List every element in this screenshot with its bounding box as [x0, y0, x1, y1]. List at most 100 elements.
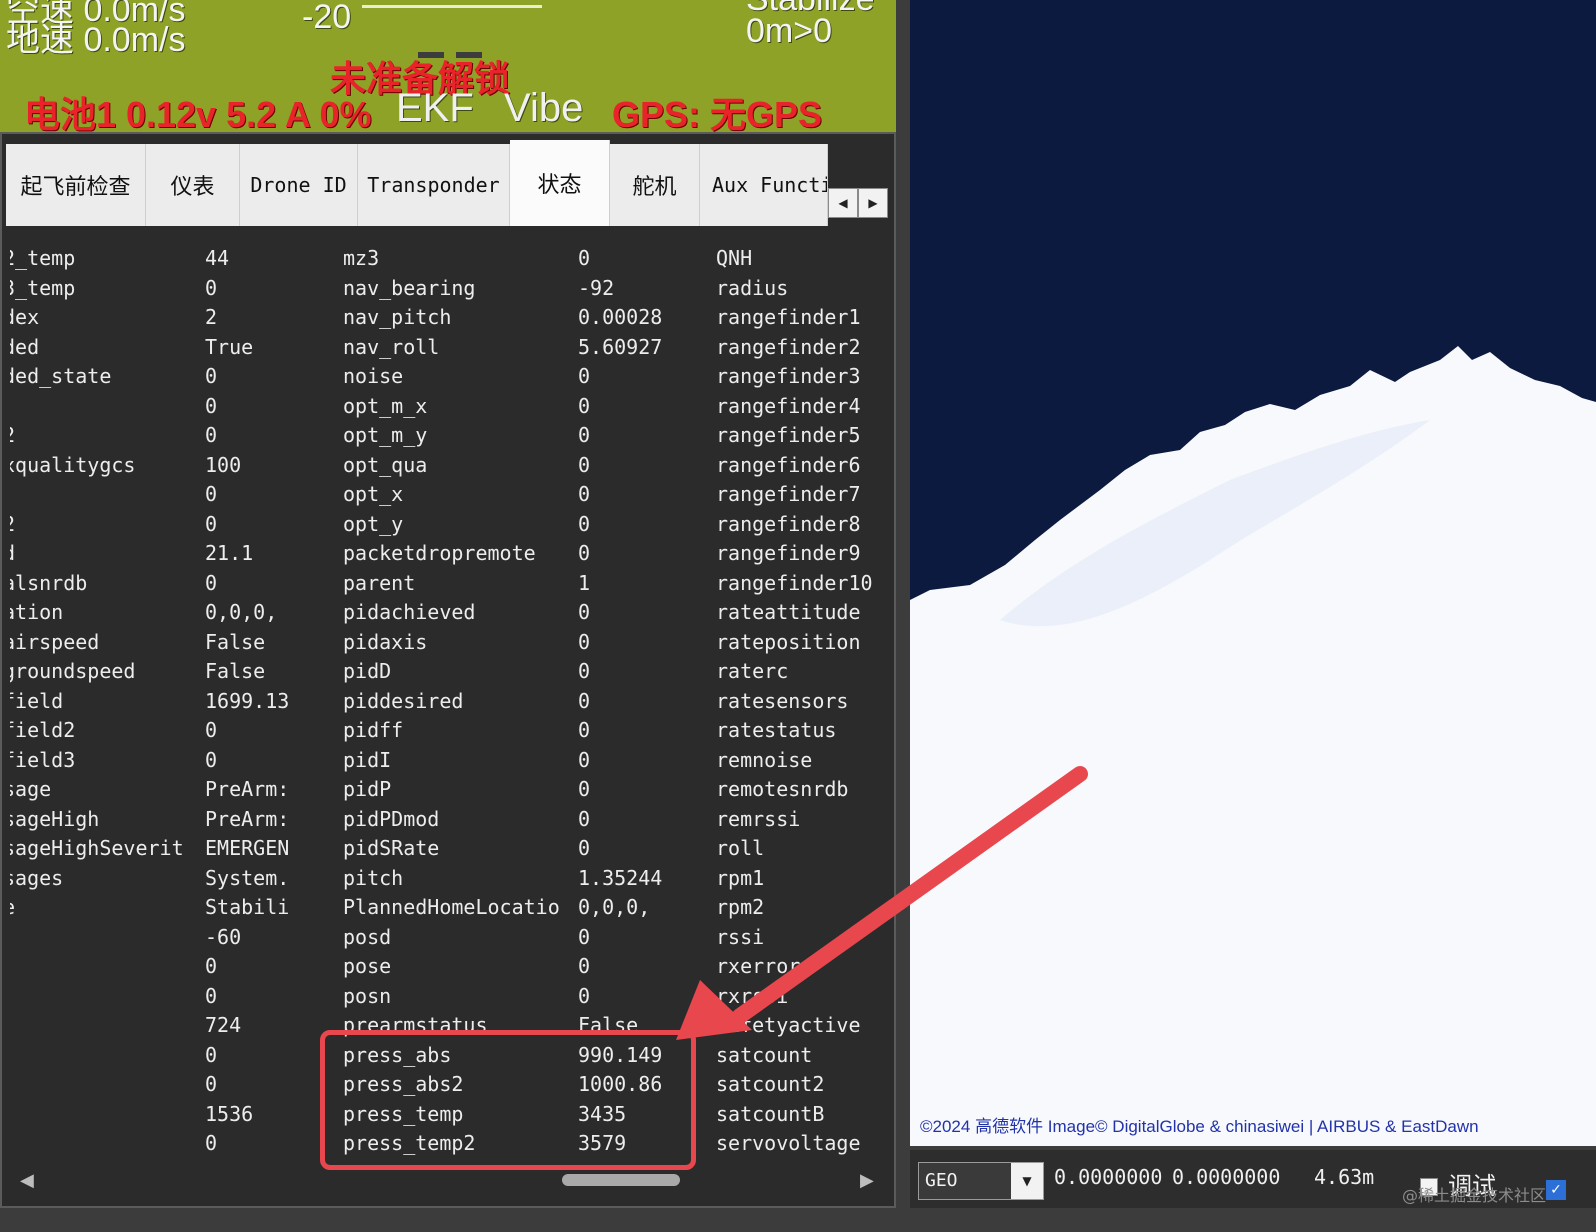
status-row[interactable]: airspeed False pidaxis 0 rateposition — [10, 628, 886, 657]
scroll-right-arrow-icon[interactable]: ▶ — [860, 1170, 874, 1191]
status-row[interactable]: d 21.1 packetdropremote 0 rangefinder9 — [10, 539, 886, 568]
status-field-value: 0 — [578, 718, 591, 742]
status-field-value: EMERGEN — [205, 836, 290, 860]
vibe-indicator[interactable]: Vibe — [504, 86, 583, 131]
status-field-value: 3435 — [578, 1101, 627, 1126]
status-field-name: ded_state — [10, 364, 112, 388]
status-grid[interactable]: 2_temp 44 mz3 0 QNH 3_temp 0 nav_bearing -92 radi… — [10, 228, 886, 1164]
map-credit: ©2024 高德软件 Image© DigitalGlobe & chinasi… — [920, 1117, 1479, 1136]
status-field-name: rateattitude — [716, 600, 861, 624]
status-field-name: d — [10, 539, 193, 568]
tab-transponder[interactable]: Transponder — [358, 144, 510, 226]
status-field-name: 2 — [10, 510, 193, 539]
status-row[interactable]: field 1699.13 piddesired 0 ratesensors — [10, 687, 886, 716]
status-field-name: rpm2 — [716, 895, 765, 919]
status-field-name: QNH — [716, 246, 753, 270]
status-field-value: 0 — [578, 924, 591, 949]
status-field-name: sageHighSeverit — [10, 836, 184, 860]
status-row[interactable]: 724 prearmstatus False safetyactive — [10, 1011, 886, 1040]
status-row[interactable]: 0 pose 0 rxerrors — [10, 952, 886, 981]
status-field-value: 0 — [578, 246, 591, 270]
status-field-name: safetyactive — [716, 1013, 861, 1037]
status-row[interactable]: 0 press_abs 990.149 satcount — [10, 1041, 886, 1070]
status-field-value: 0.00028 — [578, 305, 663, 329]
status-row[interactable]: dex 2 nav_pitch 0.00028 rangefinder1 — [10, 303, 886, 332]
status-field-name: packetdropremote — [343, 541, 536, 565]
status-field-name: pidSRate — [343, 836, 440, 860]
status-row[interactable]: field3 0 pidI 0 remnoise — [10, 746, 886, 775]
coord-system-select[interactable]: GEO ▼ — [918, 1162, 1044, 1200]
status-field-value: 1536 — [205, 1101, 254, 1126]
status-row[interactable]: groundspeed False pidD 0 raterc — [10, 657, 886, 686]
checked-checkbox-icon[interactable]: ✓ — [1546, 1180, 1566, 1200]
status-field-name: rangefinder7 — [716, 482, 861, 506]
status-row[interactable]: 20opt_m_y0rangefinder5 — [10, 421, 886, 450]
status-row[interactable]: sages System. pitch 1.35244 rpm1 — [10, 864, 886, 893]
status-field-name: opt_m_y — [343, 423, 428, 447]
status-row[interactable]: 0 opt_x 0 rangefinder7 — [10, 480, 886, 509]
status-row[interactable]: 2_temp 44 mz3 0 QNH — [10, 244, 886, 273]
status-row[interactable]: e Stabili PlannedHomeLocatio 0,0,0, rpm2 — [10, 893, 886, 922]
status-row[interactable]: sage PreArm: pidP 0 remotesnrdb — [10, 775, 886, 804]
tab-aux-function[interactable]: Aux Functi — [700, 144, 828, 226]
tab-gauges[interactable]: 仪表 — [146, 144, 240, 226]
status-row[interactable]: 1536 press_temp 3435 satcountB — [10, 1100, 886, 1129]
tab-status[interactable]: 状态 — [510, 140, 610, 226]
map-view[interactable]: ©2024 高德软件 Image© DigitalGlobe & chinasi… — [910, 0, 1596, 1146]
latitude-readout: 0.0000000 — [1054, 1165, 1163, 1189]
status-row[interactable]: 3_temp 0 nav_bearing -92 radius — [10, 274, 886, 303]
status-row[interactable]: ded True nav_roll 5.60927 rangefinder2 — [10, 333, 886, 362]
status-row[interactable]: sageHigh PreArm: pidPDmod 0 remrssi — [10, 805, 886, 834]
chevron-down-icon[interactable]: ▼ — [1011, 1163, 1043, 1199]
scrollbar-thumb[interactable] — [562, 1174, 680, 1186]
status-row[interactable]: 0 press_abs2 1000.86 satcount2 — [10, 1070, 886, 1099]
status-row[interactable]: 0 press_temp2 3579 servovoltage — [10, 1129, 886, 1158]
status-field-value: 0 — [205, 570, 218, 595]
status-row[interactable]: xqualitygcs 100 opt_qua 0 rangefinder6 — [10, 451, 886, 480]
status-field-name: sages — [10, 865, 64, 890]
status-field-value: 0 — [205, 1042, 218, 1067]
status-field-value: 0 — [578, 482, 591, 506]
status-row[interactable]: sageHighSeverit EMERGEN pidSRate 0 roll — [10, 834, 886, 863]
status-field-value: 44 — [205, 246, 230, 270]
status-field-name: rangefinder5 — [716, 423, 861, 447]
status-field-name: press_temp — [343, 1101, 464, 1126]
status-row[interactable]: ded_state 0 noise 0 rangefinder3 — [10, 362, 886, 391]
status-field-value: 0 — [578, 629, 591, 654]
tab-drone-id[interactable]: Drone ID — [240, 144, 358, 226]
status-field-value: 0 — [578, 836, 591, 860]
status-field-name: press_abs2 — [343, 1072, 464, 1096]
status-field-value: 724 — [205, 1013, 242, 1037]
tab-servo[interactable]: 舵机 — [610, 144, 700, 226]
status-field-value: 0,0,0, — [205, 600, 278, 624]
status-row[interactable]: -60 posd 0 rssi — [10, 923, 886, 952]
status-row[interactable]: 0 opt_m_x 0 rangefinder4 — [10, 392, 886, 421]
status-field-name: mz3 — [343, 246, 380, 270]
status-field-name: field3 — [10, 747, 76, 772]
status-field-value: 3579 — [578, 1131, 627, 1155]
horizontal-scrollbar[interactable]: ◀ ▶ — [10, 1164, 886, 1198]
status-row[interactable]: ation 0,0,0, pidachieved 0 rateattitude — [10, 598, 886, 627]
status-field-name: pidP — [343, 777, 392, 801]
status-field-name: rangefinder6 — [716, 452, 861, 477]
scroll-left-arrow-icon[interactable]: ◀ — [20, 1170, 34, 1191]
status-field-value: 0 — [205, 1072, 218, 1096]
status-field-value: 0 — [578, 954, 591, 978]
ekf-indicator[interactable]: EKF — [396, 86, 474, 131]
status-field-value: 0 — [205, 423, 218, 447]
status-row[interactable]: alsnrdb 0 parent 1 rangefinder10 — [10, 569, 886, 598]
status-field-name: e — [10, 893, 193, 922]
tab-preflight[interactable]: 起飞前检查 — [6, 144, 146, 226]
status-field-name: 3_temp — [10, 275, 76, 300]
status-field-value: 0 — [578, 393, 591, 418]
tab-scroll-right-button[interactable]: ▶ — [858, 188, 888, 218]
watermark: @稀土掘金技术社区 — [1402, 1186, 1547, 1205]
tab-scroll-left-button[interactable]: ◀ — [828, 188, 858, 218]
status-field-name: rxrssi — [716, 983, 789, 1008]
status-row[interactable]: 20opt_y0rangefinder8 — [10, 510, 886, 539]
status-field-name: pose — [343, 954, 392, 978]
status-row[interactable]: field2 0 pidff 0 ratestatus — [10, 716, 886, 745]
status-field-name: noise — [343, 364, 404, 388]
longitude-readout: 0.0000000 — [1172, 1165, 1281, 1189]
status-row[interactable]: 0 posn 0 rxrssi — [10, 982, 886, 1011]
